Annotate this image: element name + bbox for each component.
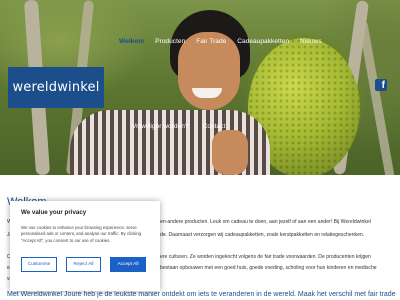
customise-button[interactable]: Customise (21, 257, 57, 272)
body-text-line: ere culturen. Ze worden ingekocht volgen… (160, 254, 371, 260)
hero-image: wereldwinkel Welkom Producten Fair Trade… (0, 0, 400, 175)
secondary-nav: Vrijwilliger worden? Contact (132, 123, 239, 130)
nav-item-contact[interactable]: Contact (203, 123, 226, 130)
cookie-button-row: Customise Reject All Accept All (21, 257, 146, 272)
person-illustration (70, 10, 270, 175)
reject-all-button[interactable]: Reject All (66, 257, 101, 272)
hand (212, 130, 248, 175)
nav-item-vrijwilliger[interactable]: Vrijwilliger worden? (132, 123, 189, 130)
facebook-icon[interactable]: f (375, 79, 387, 91)
intro-link-text: Met Wereldwinkel Joure heb je de leukste… (7, 291, 396, 298)
main-nav: Welkom Producten Fair Trade Cadeaupakket… (119, 38, 333, 45)
nav-item-welkom[interactable]: Welkom (119, 38, 144, 45)
logo-text: wereldwinkel (12, 80, 100, 95)
cookie-dialog-text: We use cookies to enhance your browsing … (21, 225, 142, 243)
body-text-line: en-andere producten. Leuk om cadeau te d… (160, 219, 371, 225)
cookie-consent-dialog: We value your privacy We use cookies to … (10, 201, 160, 291)
nav-item-nieuws[interactable]: Nieuws (300, 38, 322, 45)
nav-item-cadeaupakketten[interactable]: Cadeaupakketten (237, 38, 289, 45)
cookie-dialog-title: We value your privacy (21, 209, 87, 216)
nav-item-producten[interactable]: Producten (155, 38, 185, 45)
nav-item-fair-trade[interactable]: Fair Trade (196, 38, 226, 45)
body-text-line: de. Daarnaast verzorgen wij cadeaupakket… (160, 232, 365, 238)
accept-all-button[interactable]: Accept All (110, 257, 146, 272)
site-logo[interactable]: wereldwinkel (8, 67, 104, 108)
body-text-line: bestaan opbouwen met een goed huis, goed… (160, 265, 377, 271)
